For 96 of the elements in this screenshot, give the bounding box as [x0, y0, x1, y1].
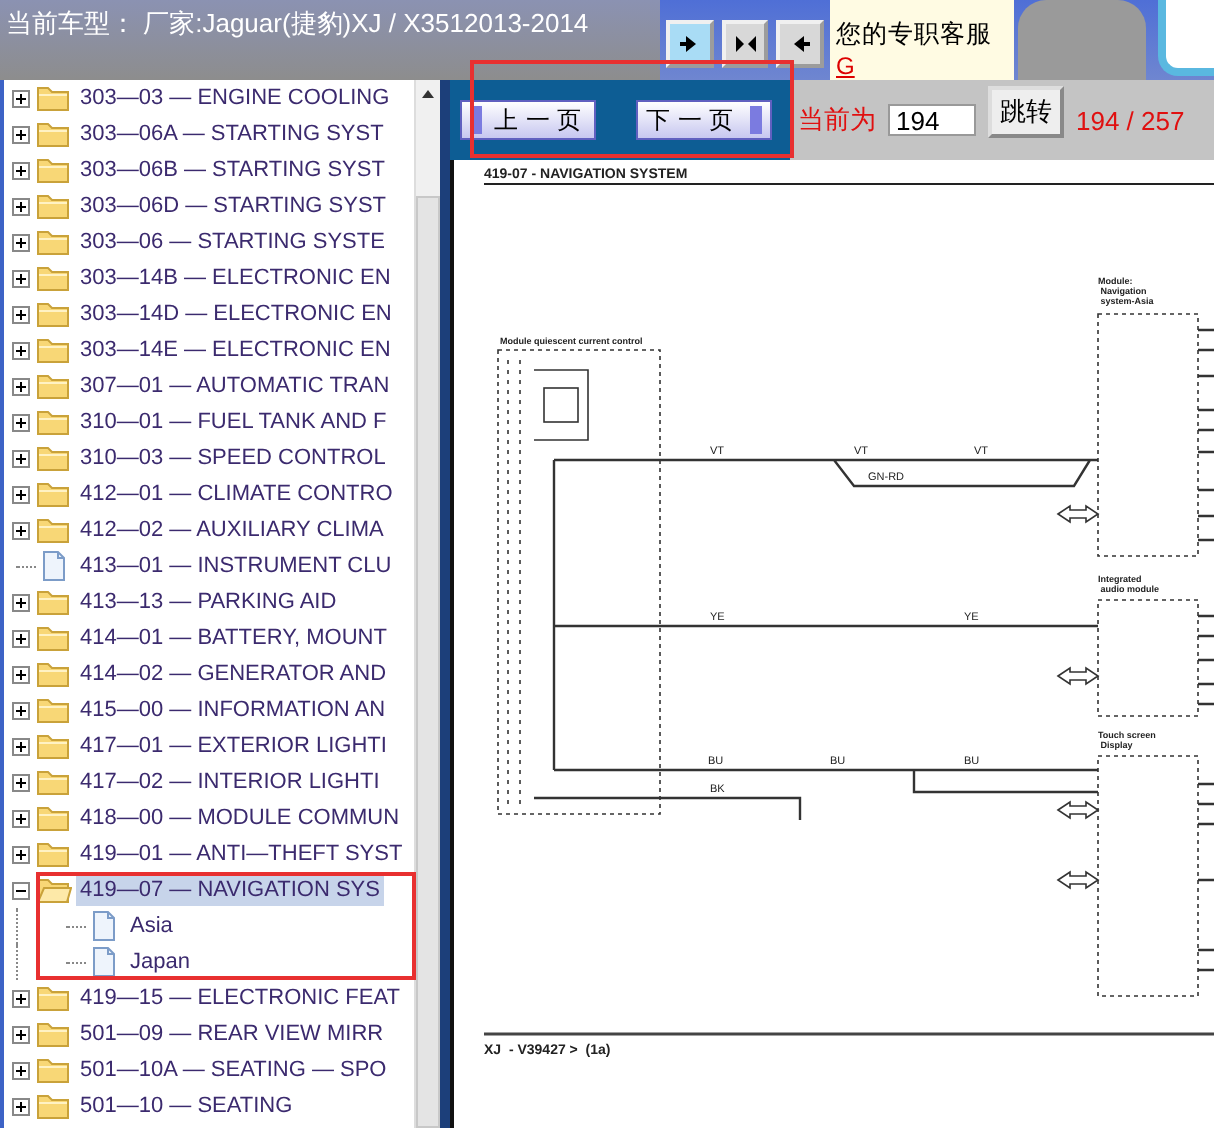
- expand-icon[interactable]: [11, 269, 29, 287]
- folder-icon: [36, 156, 72, 184]
- open-folder-icon: [36, 876, 72, 904]
- tree-item[interactable]: 419—07 — NAVIGATION SYS: [76, 874, 384, 906]
- jump-button[interactable]: 跳转: [988, 86, 1064, 138]
- expand-icon[interactable]: [11, 773, 29, 791]
- tree-item[interactable]: 501—09 — REAR VIEW MIRR: [76, 1018, 388, 1050]
- tree-item[interactable]: Japan: [126, 946, 194, 978]
- tree-item[interactable]: 413—01 — INSTRUMENT CLU: [76, 550, 396, 582]
- folder-icon: [36, 624, 72, 652]
- expand-icon[interactable]: [11, 629, 29, 647]
- expand-icon[interactable]: [11, 737, 29, 755]
- logo-shape: [1158, 0, 1214, 76]
- folder-icon: [36, 264, 72, 292]
- folder-icon: [36, 1056, 72, 1084]
- mascot-placeholder: [1018, 0, 1146, 80]
- folder-icon: [36, 768, 72, 796]
- tree-item[interactable]: 303—06D — STARTING SYST: [76, 190, 391, 222]
- tree-item[interactable]: 303—14B — ELECTRONIC EN: [76, 262, 395, 294]
- expand-icon[interactable]: [11, 701, 29, 719]
- current-page-label: 当前为: [798, 102, 876, 138]
- tree-item[interactable]: 412—02 — AUXILIARY CLIMA: [76, 514, 388, 546]
- service-label: 您的专职客服: [836, 18, 994, 52]
- folder-icon: [36, 228, 72, 256]
- folder-icon: [36, 1020, 72, 1048]
- folder-icon: [36, 804, 72, 832]
- tree-item[interactable]: 419—01 — ANTI—THEFT SYST: [76, 838, 407, 870]
- folder-icon: [36, 984, 72, 1012]
- tree-item[interactable]: 415—00 — INFORMATION AN: [76, 694, 390, 726]
- expand-icon[interactable]: [11, 233, 29, 251]
- tree-item[interactable]: 303—06 — STARTING SYSTE: [76, 226, 389, 258]
- folder-icon: [36, 444, 72, 472]
- expand-icon[interactable]: [11, 1025, 29, 1043]
- service-link[interactable]: G: [836, 52, 1014, 80]
- expand-icon[interactable]: [11, 449, 29, 467]
- expand-icon[interactable]: [11, 1061, 29, 1079]
- next-page-button[interactable]: 下 一 页: [636, 100, 772, 140]
- expand-icon[interactable]: [11, 161, 29, 179]
- expand-icon[interactable]: [11, 1097, 29, 1115]
- tree-item[interactable]: Asia: [126, 910, 177, 942]
- folder-icon: [36, 300, 72, 328]
- folder-icon: [36, 120, 72, 148]
- folder-icon: [36, 588, 72, 616]
- tree-item[interactable]: 303—06B — STARTING SYST: [76, 154, 389, 186]
- tree-item[interactable]: 310—03 — SPEED CONTROL: [76, 442, 390, 474]
- car-model-text: 当前车型： 厂家:Jaguar(捷豹)XJ / X3512013-2014: [0, 0, 660, 80]
- tree-item[interactable]: 501—10 — SEATING: [76, 1090, 297, 1122]
- tree-item[interactable]: 303—06A — STARTING SYST: [76, 118, 388, 150]
- folder-icon: [36, 840, 72, 868]
- folder-icon: [36, 660, 72, 688]
- folder-icon: [36, 408, 72, 436]
- tree-item[interactable]: 303—14E — ELECTRONIC EN: [76, 334, 395, 366]
- expand-icon[interactable]: [11, 593, 29, 611]
- folder-icon: [36, 696, 72, 724]
- scrollbar[interactable]: [414, 80, 440, 1128]
- collapse-icon[interactable]: [11, 881, 29, 899]
- tree-item[interactable]: 412—01 — CLIMATE CONTRO: [76, 478, 397, 510]
- expand-icon[interactable]: [11, 89, 29, 107]
- expand-icon[interactable]: [11, 377, 29, 395]
- tree-item[interactable]: 310—01 — FUEL TANK AND F: [76, 406, 391, 438]
- tree-item[interactable]: 417—02 — INTERIOR LIGHTI: [76, 766, 384, 798]
- frame-toggle-button[interactable]: [666, 20, 714, 68]
- tree-item[interactable]: 303—14D — ELECTRONIC EN: [76, 298, 396, 330]
- tree-item[interactable]: 418—00 — MODULE COMMUN: [76, 802, 404, 834]
- expand-icon[interactable]: [11, 341, 29, 359]
- tree-item[interactable]: 414—02 — GENERATOR AND: [76, 658, 391, 690]
- previous-page-button[interactable]: 上 一 页: [460, 100, 596, 140]
- frame-toggle-button[interactable]: [721, 20, 769, 68]
- folder-icon: [36, 372, 72, 400]
- folder-icon: [36, 1092, 72, 1120]
- frame-toggle-button[interactable]: [776, 20, 825, 68]
- expand-icon[interactable]: [11, 521, 29, 539]
- folder-icon: [36, 192, 72, 220]
- page-count: 194 / 257: [1076, 105, 1185, 135]
- expand-icon[interactable]: [11, 197, 29, 215]
- tree-item[interactable]: 419—15 — ELECTRONIC FEAT: [76, 982, 404, 1014]
- tree-item[interactable]: 307—01 — AUTOMATIC TRAN: [76, 370, 394, 402]
- expand-icon[interactable]: [11, 665, 29, 683]
- tree-item[interactable]: 501—10A — SEATING — SPO: [76, 1054, 391, 1086]
- page-input[interactable]: 194: [888, 104, 976, 136]
- expand-icon[interactable]: [11, 485, 29, 503]
- expand-icon[interactable]: [11, 845, 29, 863]
- tree-item[interactable]: 413—13 — PARKING AID: [76, 586, 341, 618]
- folder-icon: [36, 84, 72, 112]
- expand-icon[interactable]: [11, 809, 29, 827]
- tree-item[interactable]: 417—01 — EXTERIOR LIGHTI: [76, 730, 391, 762]
- expand-icon[interactable]: [11, 989, 29, 1007]
- folder-icon: [36, 336, 72, 364]
- folder-icon: [36, 480, 72, 508]
- expand-icon[interactable]: [11, 305, 29, 323]
- tree-item[interactable]: 414—01 — BATTERY, MOUNT: [76, 622, 391, 654]
- tree-item[interactable]: 303—03 — ENGINE COOLING: [76, 82, 394, 114]
- folder-icon: [36, 516, 72, 544]
- expand-icon[interactable]: [11, 125, 29, 143]
- folder-icon: [36, 732, 72, 760]
- expand-icon[interactable]: [11, 413, 29, 431]
